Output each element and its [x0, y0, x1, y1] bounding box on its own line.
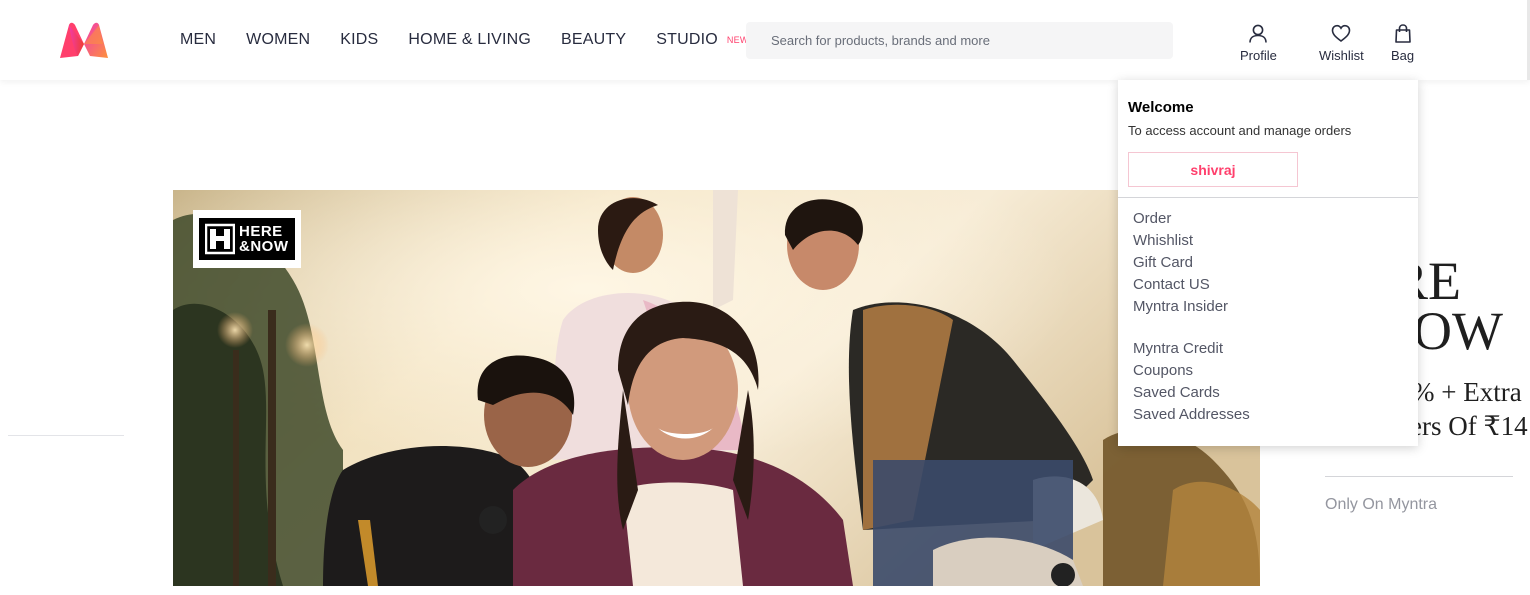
dropdown-divider — [1118, 197, 1418, 198]
nav-label: STUDIO — [656, 31, 718, 48]
hero-banner-image — [173, 190, 1260, 586]
menu-item-myntra-credit[interactable]: Myntra Credit — [1133, 338, 1250, 360]
nav-item-women[interactable]: WOMEN — [246, 31, 310, 49]
profile-button[interactable]: Profile — [1240, 24, 1277, 63]
user-icon — [1249, 24, 1268, 43]
nav-item-home-living[interactable]: HOME & LIVING — [408, 31, 531, 49]
menu-item-coupons[interactable]: Coupons — [1133, 360, 1250, 382]
nav-label: KIDS — [340, 31, 379, 48]
promo-offer-line1: % + Extra — [1412, 377, 1522, 407]
promo-heading-line2: OW — [1413, 301, 1503, 361]
promo-footer: Only On Myntra — [1325, 496, 1438, 513]
account-links-secondary: Myntra Credit Coupons Saved Cards Saved … — [1133, 338, 1250, 426]
profile-dropdown: Welcome To access account and manage ord… — [1118, 80, 1418, 446]
top-header: MEN WOMEN KIDS HOME & LIVING BEAUTY STUD… — [0, 0, 1530, 80]
menu-item-order[interactable]: Order — [1133, 208, 1228, 230]
menu-item-contact-us[interactable]: Contact US — [1133, 274, 1228, 296]
nav-label: HOME & LIVING — [408, 31, 532, 48]
menu-item-wishlist[interactable]: Whishlist — [1133, 230, 1228, 252]
account-links: Order Whishlist Gift Card Contact US Myn… — [1133, 208, 1228, 318]
dropdown-subtitle: To access account and manage orders — [1128, 123, 1352, 138]
menu-item-saved-cards[interactable]: Saved Cards — [1133, 382, 1250, 404]
user-account-button[interactable]: shivraj — [1128, 152, 1298, 187]
nav-item-kids[interactable]: KIDS — [340, 31, 378, 49]
brand-logo-text: HERE &NOW — [239, 223, 289, 255]
profile-label: Profile — [1240, 48, 1277, 63]
nav-label: WOMEN — [246, 31, 311, 48]
side-divider — [8, 435, 124, 436]
promo-offer-line2: ers Of ₹14 — [1410, 411, 1528, 441]
nav-item-beauty[interactable]: BEAUTY — [561, 31, 626, 49]
menu-item-gift-card[interactable]: Gift Card — [1133, 252, 1228, 274]
here-and-now-logo: HERE &NOW — [193, 210, 301, 268]
main-nav: MEN WOMEN KIDS HOME & LIVING BEAUTY STUD… — [180, 0, 749, 80]
myntra-logo[interactable] — [58, 22, 110, 60]
heart-icon — [1332, 24, 1351, 43]
hero-banner[interactable]: HERE &NOW — [173, 190, 1260, 586]
menu-item-saved-addresses[interactable]: Saved Addresses — [1133, 404, 1250, 426]
bag-button[interactable]: Bag — [1391, 24, 1414, 63]
search-input[interactable] — [746, 22, 1173, 59]
here-now-mark-icon — [205, 223, 235, 255]
nav-item-studio[interactable]: STUDIO NEW — [656, 31, 748, 49]
wishlist-button[interactable]: Wishlist — [1319, 24, 1364, 63]
wishlist-label: Wishlist — [1319, 48, 1364, 63]
bag-icon — [1394, 24, 1411, 43]
brand-logo-plate: HERE &NOW — [199, 218, 295, 260]
promo-divider — [1325, 476, 1513, 477]
dropdown-title: Welcome — [1128, 99, 1194, 116]
nav-item-men[interactable]: MEN — [180, 31, 216, 49]
menu-item-myntra-insider[interactable]: Myntra Insider — [1133, 296, 1228, 318]
nav-label: MEN — [180, 31, 217, 48]
nav-label: BEAUTY — [561, 31, 627, 48]
bag-label: Bag — [1391, 48, 1415, 63]
